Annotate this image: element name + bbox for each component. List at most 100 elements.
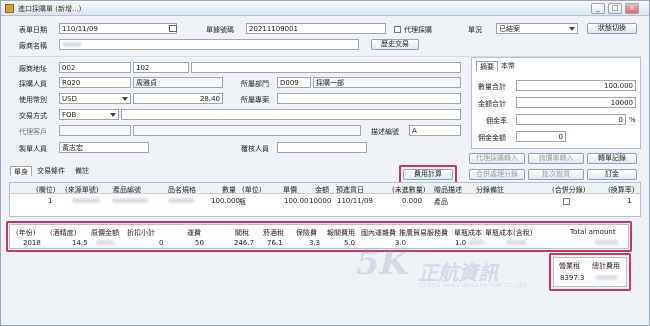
address-code2-field[interactable]: 102 [133,62,189,73]
status-label: 單況 [468,26,482,34]
proxy-checkbox[interactable] [394,26,401,33]
proxy-label: 代理採購 [404,26,432,34]
tab-trade-terms[interactable]: 交易條件 [34,166,68,176]
window: 進口採購單 (新增...) _ □ × 表單日期 110/11/09 單據號碼 … [0,0,650,326]
watermark-english: CHENG HANG INFORMATION CO.,LTD [420,283,528,289]
cell-price: 100.00 [284,197,309,205]
commission-rate-field[interactable]: 0 [516,114,626,125]
vendor-address-label: 廠商地址 [19,65,47,73]
tax-box-highlight [549,253,631,291]
cell-qty: 100.000 [211,197,240,205]
cell-unit: 瓶 [239,198,246,206]
col-merge: (合併分錄) [552,186,586,194]
merge-split-button[interactable]: 合併處理分錄 [469,169,525,180]
qty-total-field: 100.000 [516,80,636,91]
agent-name-field [133,125,361,136]
cost-table-highlight [6,221,632,252]
agent-label: 代理客戶 [19,128,47,136]
restore-button[interactable]: □ [608,3,622,14]
maker-field[interactable]: 黃志宏 [59,142,149,153]
merge-checkbox[interactable] [563,198,570,205]
amount-total-field: 10000 [516,97,636,108]
reviewer-field[interactable] [277,142,367,153]
change-record-button[interactable]: 轉單記錄 [587,153,637,164]
history-button[interactable]: 歷史交易 [371,39,419,50]
cell-seq: 1 [48,197,53,205]
tab-notes[interactable]: 備註 [72,166,92,176]
maker-label: 製單人員 [19,145,47,153]
quote-import-button[interactable]: 詢價單轉入 [528,153,584,164]
reviewer-label: 覆核人員 [241,145,269,153]
desc-no-field[interactable]: A [409,125,461,136]
cell-gift: 產品 [434,198,448,206]
minimize-button[interactable]: _ [591,3,605,14]
cell-date: 110/11/09 [337,197,373,205]
currency-label: 使用幣別 [19,96,47,104]
col-date: 預進貨日 [336,186,364,194]
tab-detail[interactable]: 單身 [10,166,32,176]
commission-amount-field[interactable]: 0 [516,131,566,142]
vendor-name-redacted [63,42,81,47]
proxy-import-button[interactable]: 代理採購轉入 [469,153,525,164]
currency-select[interactable]: USD [59,93,131,104]
title-bar: 進口採購單 (新增...) _ □ × [1,1,649,16]
buyer-name-field: 周雅貞 [133,77,223,88]
dept-name-field: 採購一部 [313,77,461,88]
vendor-name-field[interactable] [59,39,359,50]
buyer-code-field[interactable]: R020 [59,77,131,88]
address-field[interactable] [191,62,461,73]
trade-label: 交易方式 [19,112,47,120]
commission-amount-label: 佣金金額 [478,134,506,142]
trade-note-field[interactable] [121,109,461,120]
buyer-label: 採購人員 [19,80,47,88]
order-date-label: 表單日期 [19,26,47,34]
col-amount: 金額 [315,186,329,194]
project-label: 所屬專案 [241,96,269,104]
deposit-button[interactable]: 訂金 [587,169,637,180]
tab-summary[interactable]: 摘要 [476,61,498,71]
agent-code-field [59,125,131,136]
switch-status-button[interactable]: 狀態切換 [587,23,637,34]
calendar-icon[interactable] [169,25,177,32]
vendor-name-label: 廠商名稱 [19,42,47,50]
col-qty: 數量 [222,186,236,194]
trade-select[interactable]: FOB [59,109,119,120]
desc-no-label: 描述編號 [371,128,399,136]
exchange-rate-field[interactable]: 28.40 [133,93,223,104]
col-spec: 品名規格 [168,186,196,194]
col-price: 單價 [283,186,297,194]
cell-remaining: 0.000 [402,197,423,205]
cell-spec-redacted [168,198,194,203]
window-title: 進口採購單 (新增...) [18,5,82,13]
col-gift: 贈品描述 [434,186,462,194]
qty-total-label: 數量合計 [478,83,506,91]
watermark-brand: 正航資訊 [418,261,498,285]
app-icon [5,4,14,13]
cell-rate: 1 [627,197,632,205]
company-watermark: 5K 正航資訊 CHENG HANG INFORMATION CO.,LTD [356,243,556,303]
detail-grid: (欄位) (來源單號) 產品編號 品名規格 數量 (單位) 單價 金額 預進貨日… [9,182,641,217]
col-unit: (單位) [242,186,262,194]
summary-panel: 摘要 本幣 數量合計 100.000 金額合計 10000 佣金率 0 % 佣金… [471,57,641,149]
order-no-field[interactable]: 20211109001 [246,23,386,34]
close-button[interactable]: × [625,3,639,14]
tab-local-currency[interactable]: 本幣 [498,61,518,71]
project-field[interactable] [277,93,461,104]
col-seq: (欄位) [36,186,56,194]
order-date-field[interactable]: 110/11/09 [59,23,177,34]
cell-source-redacted [72,198,100,203]
col-remaining: (未進數量) [392,186,426,194]
address-code1-field[interactable]: 002 [59,62,131,73]
cell-amount: 10000 [309,197,332,205]
col-rate: (換算率) [608,186,635,194]
dept-code-field[interactable]: D009 [277,77,311,88]
amount-total-label: 金額合計 [478,100,506,108]
order-no-label: 單據號碼 [206,26,234,34]
col-entry-note: 分錄備註 [476,186,504,194]
col-source-no: (來源單號) [65,186,99,194]
commission-rate-label: 佣金率 [486,117,507,125]
batch-delivery-button[interactable]: 批次撥貨 [528,169,584,180]
col-product-no: 產品編號 [113,186,141,194]
cell-product-redacted [112,198,148,203]
status-select[interactable]: 已結案 [496,23,578,34]
